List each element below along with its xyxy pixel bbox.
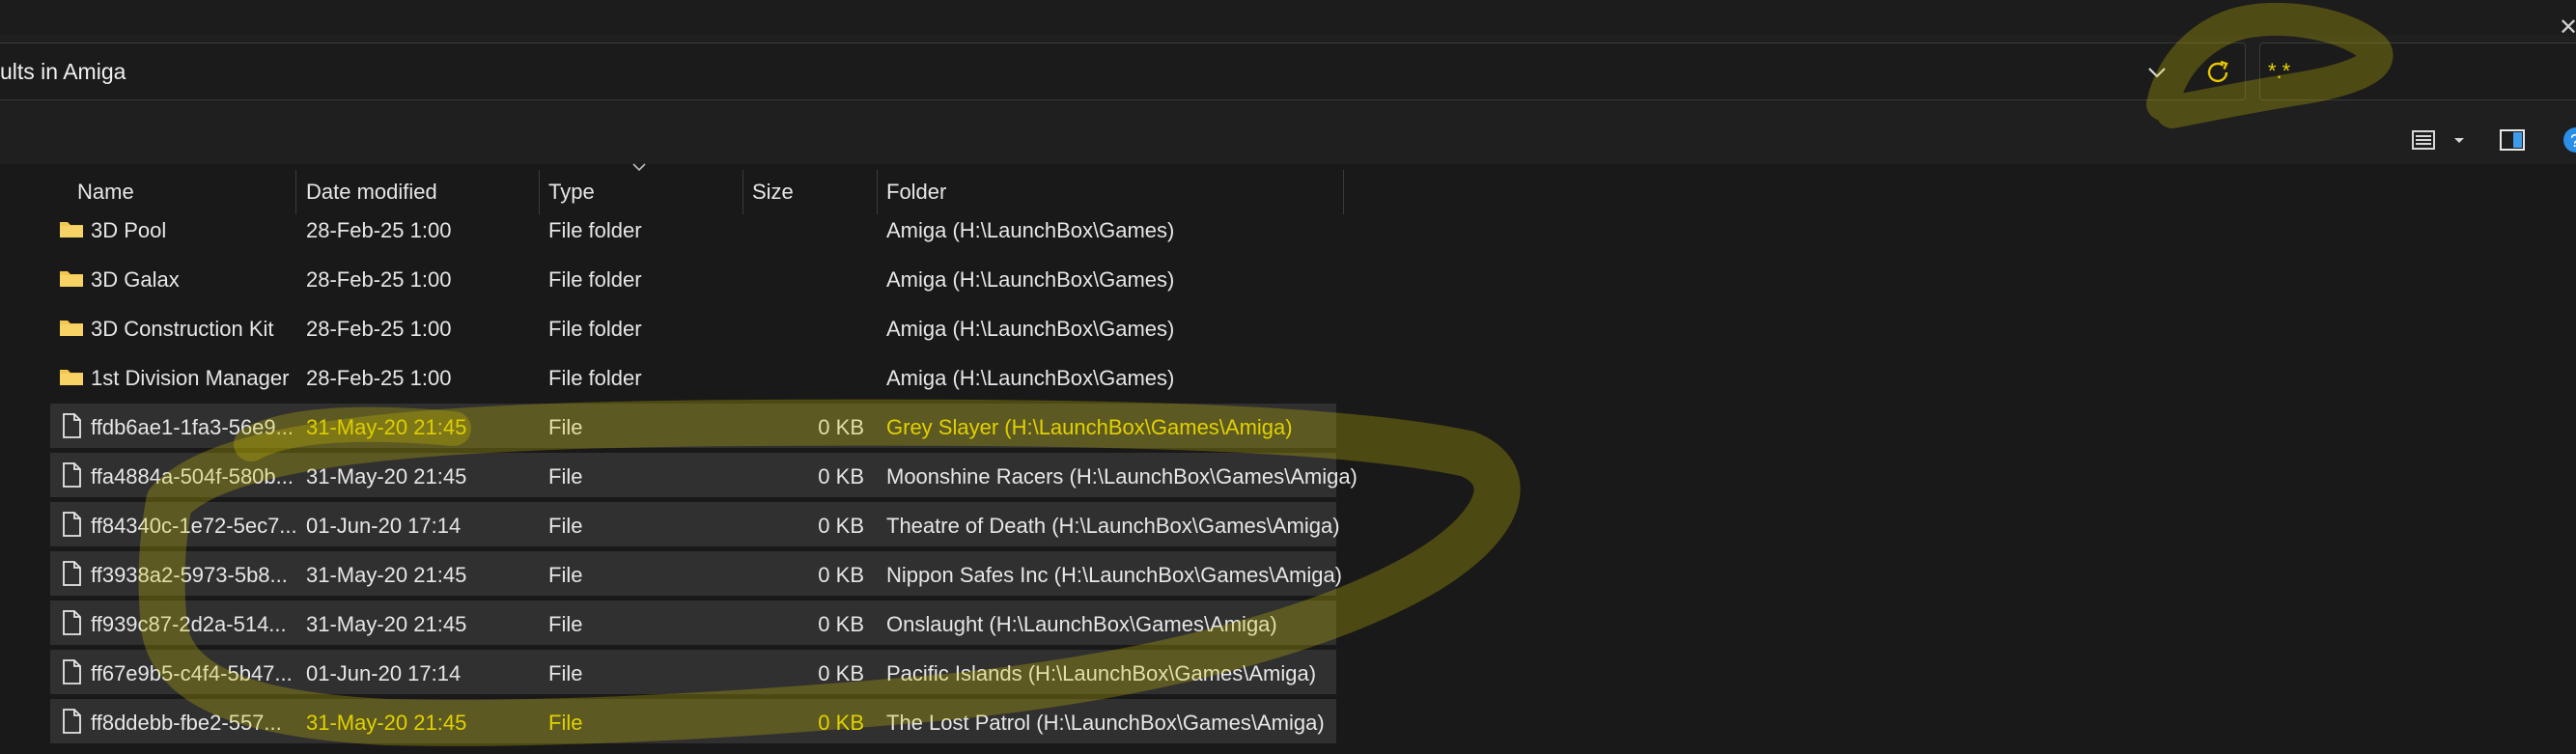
- column-divider[interactable]: [1343, 170, 1344, 214]
- cell-name: 3D Galax: [91, 267, 180, 292]
- table-row[interactable]: ff939c87-2d2a-514... 31-May-20 21:45 File 0…: [50, 600, 1336, 645]
- table-row[interactable]: ff8ddebb-fbe2-557... 31-May-20 21:45 File 0…: [50, 699, 1336, 743]
- table-row[interactable]: ff3938a2-5973-5b8... 31-May-20 21:45 File 0…: [50, 551, 1342, 596]
- file-icon: [63, 709, 81, 734]
- cell-type: File: [548, 661, 583, 685]
- cell-folder: Amiga (H:\LaunchBox\Games): [886, 366, 1175, 390]
- cell-size: 0 KB: [818, 415, 864, 439]
- cell-date: 31-May-20 21:45: [306, 464, 467, 489]
- chevron-down-icon[interactable]: [2142, 57, 2172, 88]
- cell-size: 0 KB: [818, 464, 864, 489]
- cell-folder: Amiga (H:\LaunchBox\Games): [886, 317, 1175, 341]
- help-label: ?: [2570, 131, 2576, 151]
- column-header-type[interactable]: Type: [548, 180, 595, 205]
- cell-name: ff939c87-2d2a-514...: [91, 612, 287, 636]
- table-row[interactable]: ffdb6ae1-1fa3-56e9... 31-May-20 21:45 File…: [50, 404, 1336, 448]
- title-strip: [0, 0, 2576, 36]
- search-input[interactable]: *.*: [2268, 59, 2290, 84]
- column-header-date[interactable]: Date modified: [306, 180, 437, 205]
- cell-type: File folder: [548, 366, 642, 390]
- cell-folder: Nippon Safes Inc (H:\LaunchBox\Games\Ami…: [886, 563, 1343, 587]
- file-icon: [63, 413, 81, 438]
- table-row[interactable]: 1st Division Manager 28-Feb-25 1:00 File f…: [50, 354, 1336, 399]
- cell-size: 0 KB: [818, 514, 864, 538]
- cell-date: 31-May-20 21:45: [306, 711, 467, 735]
- cell-type: File folder: [548, 317, 642, 341]
- cell-date: 31-May-20 21:45: [306, 612, 467, 636]
- close-icon[interactable]: ✕: [2559, 14, 2576, 42]
- cell-date: 31-May-20 21:45: [306, 563, 467, 587]
- table-row[interactable]: 3D Construction Kit 28-Feb-25 1:00 File fo…: [50, 305, 1336, 349]
- cell-name: 3D Construction Kit: [91, 317, 274, 341]
- cell-date: 28-Feb-25 1:00: [306, 267, 452, 292]
- help-icon[interactable]: ?: [2562, 124, 2576, 156]
- cell-folder: Grey Slayer (H:\LaunchBox\Games\Amiga): [886, 415, 1293, 439]
- search-box[interactable]: *.*: [2259, 42, 2576, 100]
- details-view-icon[interactable]: [2412, 124, 2435, 156]
- table-row[interactable]: ff67e9b5-c4f4-5b47... 01-Jun-20 17:14 File…: [50, 650, 1336, 694]
- cell-size: 0 KB: [818, 711, 864, 735]
- sort-caret-icon: [632, 163, 646, 172]
- caret-down-icon[interactable]: [2452, 124, 2466, 156]
- cell-size: 0 KB: [818, 661, 864, 685]
- file-icon: [63, 561, 81, 586]
- file-icon: [63, 512, 81, 537]
- cell-type: File: [548, 711, 583, 735]
- file-icon: [63, 462, 81, 488]
- table-row[interactable]: ff84340c-1e72-5ec7... 01-Jun-20 17:14 File…: [50, 502, 1340, 546]
- folder-icon: [60, 222, 83, 237]
- cell-name: 3D Pool: [91, 218, 167, 242]
- cell-date: 28-Feb-25 1:00: [306, 366, 452, 390]
- address-bar[interactable]: ults in Amiga: [0, 42, 2246, 100]
- cell-type: File: [548, 464, 583, 489]
- cell-name: ff3938a2-5973-5b8...: [91, 563, 288, 587]
- details-pane-icon[interactable]: [2499, 124, 2526, 156]
- cell-name: ff84340c-1e72-5ec7...: [91, 514, 297, 538]
- cell-folder: Amiga (H:\LaunchBox\Games): [886, 267, 1175, 292]
- cell-size: 0 KB: [818, 563, 864, 587]
- cell-type: File folder: [548, 267, 642, 292]
- cell-folder: Onslaught (H:\LaunchBox\Games\Amiga): [886, 612, 1277, 636]
- file-icon: [63, 610, 81, 635]
- cell-type: File folder: [548, 218, 642, 242]
- folder-icon: [60, 321, 83, 336]
- column-header-size[interactable]: Size: [752, 180, 794, 205]
- cell-type: File: [548, 563, 583, 587]
- cell-date: 01-Jun-20 17:14: [306, 661, 462, 685]
- cell-name: ff67e9b5-c4f4-5b47...: [91, 661, 293, 685]
- cell-date: 31-May-20 21:45: [306, 415, 467, 439]
- cell-folder: The Lost Patrol (H:\LaunchBox\Games\Amig…: [886, 711, 1325, 735]
- cell-type: File: [548, 514, 583, 538]
- cell-type: File: [548, 415, 583, 439]
- cell-date: 28-Feb-25 1:00: [306, 218, 452, 242]
- cell-name: ff8ddebb-fbe2-557...: [91, 711, 282, 735]
- table-row[interactable]: ffa4884a-504f-580b... 31-May-20 21:45 File…: [50, 453, 1358, 497]
- cell-name: ffdb6ae1-1fa3-56e9...: [91, 415, 294, 439]
- folder-icon: [60, 271, 83, 287]
- cell-date: 28-Feb-25 1:00: [306, 317, 452, 341]
- cell-type: File: [548, 612, 583, 636]
- file-icon: [63, 659, 81, 684]
- cell-folder: Theatre of Death (H:\LaunchBox\Games\Ami…: [886, 514, 1340, 538]
- address-text: ults in Amiga: [0, 59, 126, 84]
- refresh-icon[interactable]: [2201, 56, 2234, 89]
- cell-name: 1st Division Manager: [91, 366, 290, 390]
- cell-name: ffa4884a-504f-580b...: [91, 464, 294, 489]
- column-header-folder[interactable]: Folder: [886, 180, 946, 205]
- cell-size: 0 KB: [818, 612, 864, 636]
- table-row[interactable]: 3D Pool 28-Feb-25 1:00 File folder Amiga (H…: [50, 207, 1336, 251]
- cell-date: 01-Jun-20 17:14: [306, 514, 462, 538]
- cell-folder: Pacific Islands (H:\LaunchBox\Games\Amig…: [886, 661, 1317, 685]
- column-header-name[interactable]: Name: [77, 180, 134, 205]
- cell-folder: Moonshine Racers (H:\LaunchBox\Games\Ami…: [886, 464, 1358, 489]
- folder-icon: [60, 370, 83, 385]
- cell-folder: Amiga (H:\LaunchBox\Games): [886, 218, 1175, 242]
- table-row[interactable]: 3D Galax 28-Feb-25 1:00 File folder Amiga (…: [50, 256, 1336, 300]
